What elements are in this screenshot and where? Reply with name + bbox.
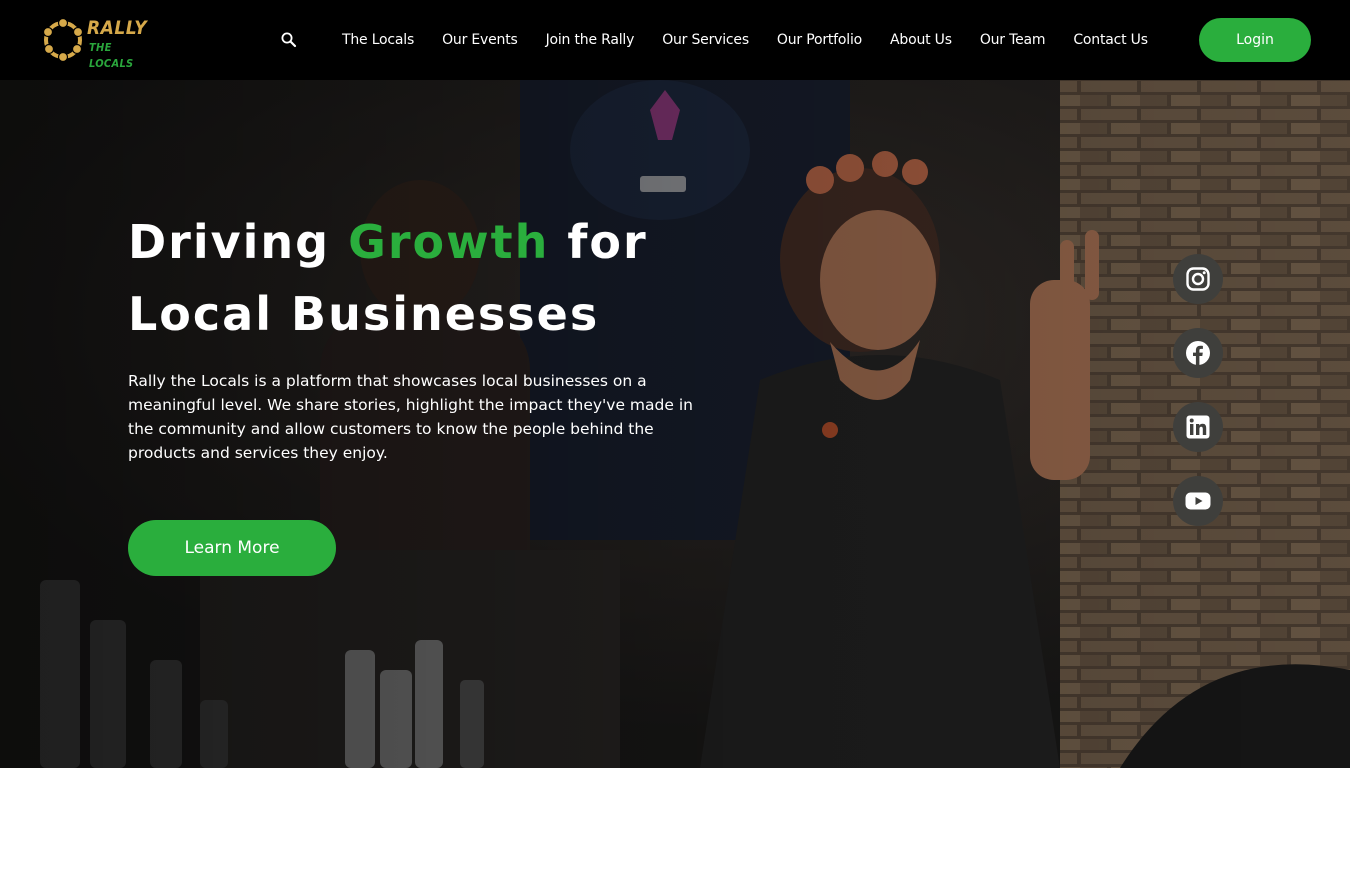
linkedin-link[interactable] — [1173, 402, 1223, 452]
search-button[interactable] — [280, 31, 298, 49]
logo-wordmark-the-locals: THE LOCALS — [89, 41, 134, 70]
nav-the-locals[interactable]: The Locals — [328, 32, 428, 48]
hero-heading-accent: Growth — [348, 215, 550, 269]
nav-our-events[interactable]: Our Events — [428, 32, 532, 48]
nav-about-us[interactable]: About Us — [876, 32, 966, 48]
instagram-icon — [1186, 267, 1210, 291]
rally-the-locals-logo[interactable]: RALLY THE LOCALS — [40, 16, 152, 70]
nav-contact-us[interactable]: Contact Us — [1059, 32, 1161, 48]
nav-our-portfolio[interactable]: Our Portfolio — [763, 32, 876, 48]
hero-description: Rally the Locals is a platform that show… — [128, 372, 693, 462]
instagram-link[interactable] — [1173, 254, 1223, 304]
main-nav: The Locals Our Events Join the Rally Our… — [328, 0, 1162, 80]
logo-wordmark-rally: RALLY — [87, 17, 148, 39]
nav-our-services[interactable]: Our Services — [648, 32, 763, 48]
learn-more-button[interactable]: Learn More — [128, 520, 336, 576]
facebook-icon — [1186, 341, 1210, 365]
hero-section: Driving Growth for Local Businesses Rall… — [0, 80, 1350, 768]
search-icon — [281, 32, 297, 48]
linkedin-icon — [1186, 415, 1210, 439]
login-button[interactable]: Login — [1199, 18, 1311, 62]
youtube-link[interactable] — [1173, 476, 1223, 526]
facebook-link[interactable] — [1173, 328, 1223, 378]
hero-heading: Driving Growth for Local Businesses — [128, 206, 768, 350]
nav-join-the-rally[interactable]: Join the Rally — [532, 32, 649, 48]
youtube-icon — [1185, 492, 1211, 510]
logo-emblem-icon — [42, 17, 84, 63]
nav-our-team[interactable]: Our Team — [966, 32, 1060, 48]
site-header: RALLY THE LOCALS The Locals Our Events J… — [0, 0, 1350, 80]
hero-heading-part1: Driving — [128, 215, 349, 269]
